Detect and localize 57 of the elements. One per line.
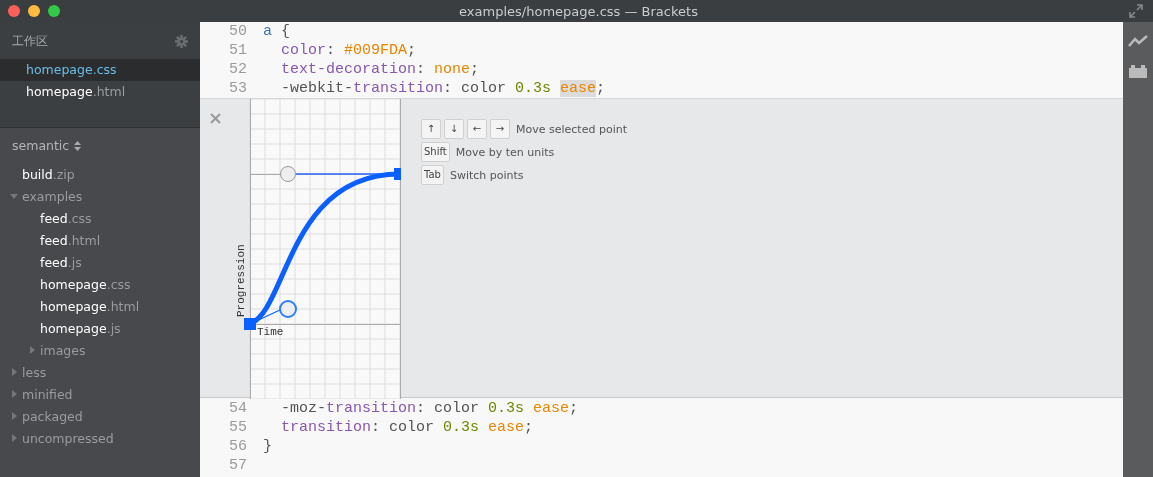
key-cap: ← — [467, 119, 487, 139]
file-item[interactable]: feed.css — [40, 210, 92, 226]
start-point-handle[interactable] — [244, 318, 256, 330]
file-item[interactable]: homepage.html — [40, 298, 140, 314]
end-point-handle[interactable] — [394, 168, 401, 180]
line-number: 50 — [228, 22, 248, 41]
line-number: 53 — [228, 79, 248, 98]
close-icon[interactable] — [209, 113, 221, 124]
control-point-handle[interactable] — [279, 300, 297, 318]
code-line: -moz-transition: color 0.3s ease; — [280, 399, 579, 418]
control-point-handle[interactable] — [280, 166, 296, 182]
collapsed-triangle-icon[interactable] — [10, 368, 18, 376]
code-line: } — [263, 437, 272, 456]
collapsed-triangle-icon[interactable] — [10, 412, 18, 420]
settings-icon[interactable] — [175, 35, 188, 48]
working-files-title: 工作区 — [12, 33, 48, 50]
code-line: color: #009FDA; — [280, 41, 417, 60]
file-item[interactable]: feed.js — [40, 254, 82, 270]
line-number: 52 — [228, 60, 248, 79]
key-cap: → — [490, 119, 510, 139]
file-item[interactable]: homepage.css — [40, 276, 131, 292]
hint-text: Move selected point — [516, 122, 627, 136]
collapsed-triangle-icon[interactable] — [10, 390, 18, 398]
expanded-triangle-icon[interactable] — [10, 192, 18, 200]
up-down-icon — [74, 140, 82, 151]
minimize-window-button[interactable] — [28, 5, 40, 17]
code-line: a { — [263, 22, 291, 41]
hint-text: Move by ten units — [455, 145, 555, 159]
code-line: transition: color 0.3s ease; — [280, 418, 534, 437]
line-number: 54 — [228, 399, 248, 418]
file-item[interactable]: homepage.js — [40, 320, 121, 336]
file-item[interactable]: feed.html — [40, 232, 101, 248]
line-number: 56 — [228, 437, 248, 456]
file-item[interactable]: build.zip — [22, 166, 75, 182]
line-number: 51 — [228, 41, 248, 60]
extension-brick-icon[interactable] — [1129, 64, 1147, 78]
y-axis-label: Progression — [235, 244, 247, 317]
line-number: 57 — [228, 456, 248, 475]
zoom-window-button[interactable] — [48, 5, 60, 17]
code-line: -webkit-transition: color 0.3s ease; — [280, 79, 606, 98]
hint-text: Switch points — [449, 168, 524, 182]
project-dropdown[interactable]: semantic — [0, 136, 94, 163]
working-file-item[interactable]: homepage.html — [0, 81, 200, 103]
line-number: 55 — [228, 418, 248, 437]
code-line: text-decoration: none; — [280, 60, 480, 79]
key-cap: Tab — [421, 165, 444, 185]
key-cap: ↓ — [444, 119, 464, 139]
collapsed-triangle-icon[interactable] — [10, 434, 18, 442]
close-window-button[interactable] — [8, 5, 20, 17]
key-cap: ↑ — [421, 119, 441, 139]
live-preview-icon[interactable] — [1128, 34, 1148, 48]
working-file-item[interactable]: homepage.css — [0, 59, 200, 81]
x-axis-label: Time — [257, 326, 284, 338]
window-title: examples/homepage.css — Brackets — [458, 3, 699, 19]
collapsed-triangle-icon[interactable] — [28, 346, 36, 354]
fullscreen-icon[interactable] — [1129, 4, 1143, 18]
key-cap: Shift — [421, 142, 450, 162]
